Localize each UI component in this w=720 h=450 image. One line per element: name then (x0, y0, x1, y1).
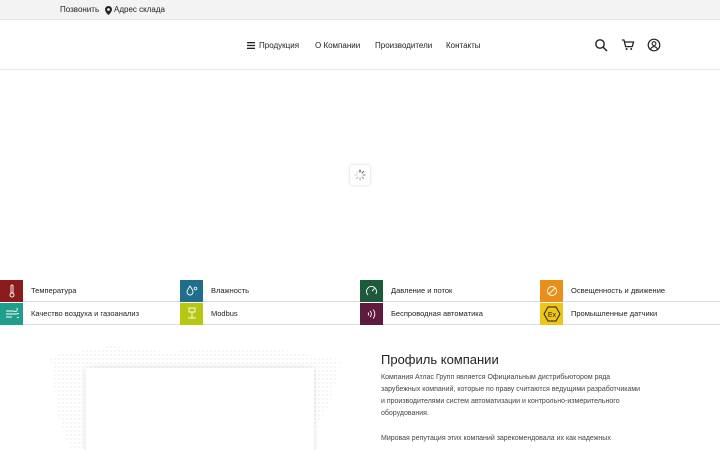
category-label: Температура (31, 286, 77, 295)
air-quality-icon (0, 302, 23, 325)
cart-icon[interactable] (621, 38, 635, 52)
category-label: Беспроводная автоматика (391, 309, 483, 318)
nav-manufacturers[interactable]: Производители (375, 20, 432, 70)
category-label: Освещенность и движение (571, 286, 666, 295)
search-icon[interactable] (594, 38, 608, 52)
svg-text:Ex: Ex (547, 312, 556, 319)
category-wireless[interactable]: Беспроводная автоматика (360, 302, 540, 325)
call-link[interactable]: Позвонить (60, 0, 99, 20)
modbus-icon (180, 302, 203, 325)
profile-title: Профиль компании (381, 352, 499, 367)
map-pin-icon (105, 5, 112, 15)
light-icon (540, 279, 563, 302)
thermometer-icon (0, 279, 23, 302)
category-grid: Температура Влажность Давление и поток О… (0, 279, 720, 325)
company-profile-section: Профиль компании Компания Атлас Групп яв… (0, 326, 720, 450)
ex-icon: Ex (540, 302, 563, 325)
loading-spinner (350, 165, 370, 185)
address-label: Адрес склада (114, 5, 165, 14)
profile-image-card (86, 368, 314, 450)
nav-contacts[interactable]: Контакты (446, 20, 481, 70)
category-label: Промышленные датчики (571, 309, 658, 318)
category-industrial-sensors[interactable]: Ex Промышленные датчики (540, 302, 720, 325)
category-modbus[interactable]: Modbus (180, 302, 360, 325)
category-pressure-flow[interactable]: Давление и поток (360, 279, 540, 302)
pressure-gauge-icon (360, 279, 383, 302)
hero-slider (0, 71, 720, 279)
category-humidity[interactable]: Влажность (180, 279, 360, 302)
humidity-icon (180, 279, 203, 302)
main-header: Продукция О Компании Производители Конта… (0, 20, 720, 70)
nav-products-label: Продукция (259, 40, 300, 50)
account-icon[interactable] (647, 38, 661, 52)
top-bar: Позвонить Адрес склада (0, 0, 720, 20)
category-temperature[interactable]: Температура (0, 279, 180, 302)
category-label: Влажность (211, 286, 249, 295)
category-label: Давление и поток (391, 286, 453, 295)
wireless-icon (360, 302, 383, 325)
nav-about[interactable]: О Компании (315, 20, 360, 70)
spinner-icon (354, 169, 366, 181)
warehouse-address-link[interactable]: Адрес склада (105, 0, 165, 20)
nav-products[interactable]: Продукция (247, 20, 299, 70)
category-label: Качество воздуха и газоанализ (31, 309, 140, 318)
category-light-motion[interactable]: Освещенность и движение (540, 279, 720, 302)
menu-icon (247, 41, 255, 49)
profile-paragraph: Компания Атлас Групп является Официальны… (381, 374, 641, 417)
category-label: Modbus (211, 309, 238, 318)
category-air-quality[interactable]: Качество воздуха и газоанализ (0, 302, 180, 325)
profile-paragraph: Мировая репутация этих компаний зарекоме… (381, 435, 611, 442)
